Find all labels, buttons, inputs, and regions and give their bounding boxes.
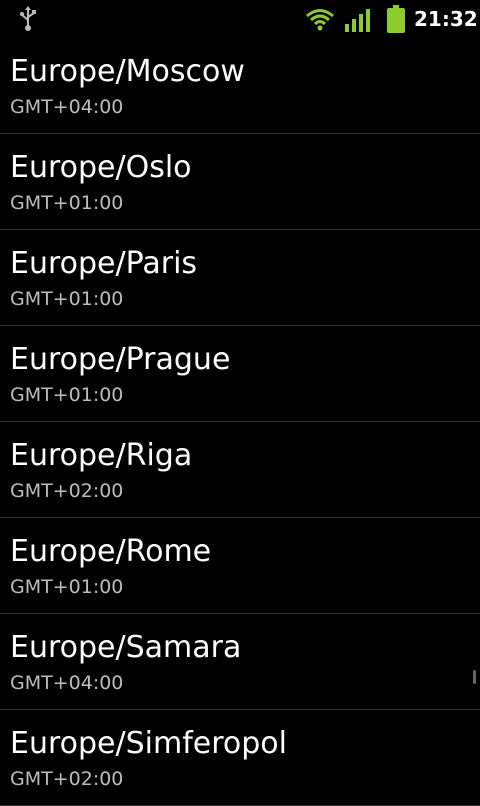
timezone-offset: GMT+04:00 <box>10 672 124 694</box>
scroll-indicator[interactable] <box>473 670 476 684</box>
timezone-offset: GMT+04:00 <box>10 96 124 118</box>
timezone-offset: GMT+01:00 <box>10 384 124 406</box>
timezone-offset: GMT+01:00 <box>10 288 124 310</box>
timezone-item[interactable]: Europe/Oslo GMT+01:00 <box>0 134 480 230</box>
timezone-name: Europe/Samara <box>10 630 242 665</box>
usb-icon <box>20 6 36 31</box>
timezone-name: Europe/Simferopol <box>10 726 287 761</box>
timezone-item[interactable]: Europe/Rome GMT+01:00 <box>0 518 480 614</box>
timezone-list: Europe/Moscow GMT+04:00 Europe/Oslo GMT+… <box>0 38 480 806</box>
status-bar: 21:32 <box>0 0 480 38</box>
signal-icon <box>345 9 370 32</box>
battery-icon <box>387 5 405 33</box>
timezone-item[interactable]: Europe/Moscow GMT+04:00 <box>0 38 480 134</box>
clock: 21:32 <box>414 7 478 31</box>
timezone-item[interactable]: Europe/Prague GMT+01:00 <box>0 326 480 422</box>
timezone-name: Europe/Riga <box>10 438 193 473</box>
timezone-item[interactable]: Europe/Riga GMT+02:00 <box>0 422 480 518</box>
timezone-name: Europe/Rome <box>10 534 212 569</box>
timezone-offset: GMT+02:00 <box>10 480 124 502</box>
timezone-name: Europe/Prague <box>10 342 231 377</box>
timezone-name: Europe/Moscow <box>10 54 245 89</box>
timezone-offset: GMT+01:00 <box>10 192 124 214</box>
timezone-item[interactable]: Europe/Samara GMT+04:00 <box>0 614 480 710</box>
timezone-item[interactable]: Europe/Simferopol GMT+02:00 <box>0 710 480 806</box>
wifi-icon <box>306 9 334 31</box>
timezone-offset: GMT+02:00 <box>10 768 124 790</box>
timezone-name: Europe/Paris <box>10 246 198 281</box>
timezone-item[interactable]: Europe/Paris GMT+01:00 <box>0 230 480 326</box>
timezone-offset: GMT+01:00 <box>10 576 124 598</box>
timezone-name: Europe/Oslo <box>10 150 192 185</box>
